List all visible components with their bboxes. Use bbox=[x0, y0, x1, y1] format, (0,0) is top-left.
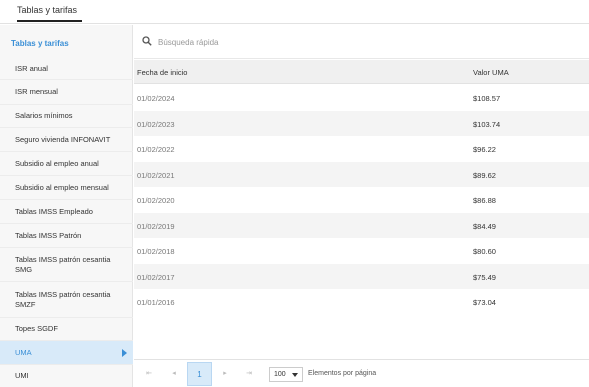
cell-fecha: 01/02/2023 bbox=[137, 119, 175, 129]
tab-tablas-y-tarifas[interactable]: Tablas y tarifas bbox=[17, 5, 77, 20]
cell-fecha: 01/02/2019 bbox=[137, 221, 175, 231]
sidebar-item-label: Tablas IMSS patrón cesantia SMG bbox=[15, 254, 111, 274]
main-content: Fecha de inicio Valor UMA 01/02/2024 $10… bbox=[134, 25, 589, 387]
sidebar: Tablas y tarifas ISR anual ISR mensual S… bbox=[0, 25, 133, 387]
sidebar-item-label: Tablas IMSS patrón cesantia SMZF bbox=[15, 289, 111, 309]
search-icon bbox=[142, 36, 152, 46]
sidebar-item-imss-cesantia-smzf[interactable]: Tablas IMSS patrón cesantia SMZF bbox=[0, 282, 133, 318]
cell-valor: $108.57 bbox=[473, 94, 501, 103]
caret-down-icon bbox=[292, 373, 298, 377]
sidebar-item-isr-mensual[interactable]: ISR mensual bbox=[0, 80, 133, 105]
sidebar-item-label: ISR anual bbox=[15, 63, 48, 73]
page-size-label: Elementos por página bbox=[308, 370, 377, 377]
last-page-button[interactable]: ⇥ bbox=[244, 369, 254, 377]
sidebar-item-topes-sgdf[interactable]: Topes SGDF bbox=[0, 318, 133, 341]
cell-valor: $103.74 bbox=[473, 119, 501, 129]
cell-valor: $89.62 bbox=[473, 170, 496, 180]
sidebar-item-imss-patron[interactable]: Tablas IMSS Patrón bbox=[0, 224, 133, 248]
sidebar-item-label: Salarios mínimos bbox=[15, 111, 73, 120]
table-row[interactable]: 01/02/2022 $96.22 bbox=[134, 136, 589, 162]
cell-fecha: 01/01/2016 bbox=[137, 298, 175, 307]
top-tab-bar: Tablas y tarifas bbox=[0, 0, 589, 24]
cell-valor: $84.49 bbox=[473, 221, 496, 231]
sidebar-item-imss-cesantia-smg[interactable]: Tablas IMSS patrón cesantia SMG bbox=[0, 248, 133, 282]
caret-right-icon bbox=[122, 348, 127, 357]
column-header-valor-uma[interactable]: Valor UMA bbox=[473, 68, 509, 77]
sidebar-item-label: Subsidio al empleo mensual bbox=[15, 182, 109, 192]
sidebar-item-label: Seguro vivienda INFONAVIT bbox=[15, 134, 111, 144]
sidebar-item-label: Tablas IMSS Patrón bbox=[15, 230, 82, 240]
table-row[interactable]: 01/02/2023 $103.74 bbox=[134, 110, 589, 136]
cell-valor: $80.60 bbox=[473, 247, 496, 256]
page-size-value: 100 bbox=[274, 371, 286, 378]
page-size-select[interactable]: 100 bbox=[269, 367, 303, 382]
cell-fecha: 01/02/2018 bbox=[137, 247, 175, 256]
sidebar-item-umi[interactable]: UMI bbox=[0, 365, 133, 387]
sidebar-item-uma[interactable]: UMA bbox=[0, 341, 133, 365]
sidebar-item-label: Topes SGDF bbox=[15, 324, 58, 333]
first-page-button[interactable]: ⇤ bbox=[144, 369, 154, 377]
sidebar-item-salarios-minimos[interactable]: Salarios mínimos bbox=[0, 105, 133, 128]
cell-valor: $75.49 bbox=[473, 272, 496, 282]
search-input[interactable] bbox=[158, 34, 458, 50]
next-page-button[interactable]: ▸ bbox=[220, 369, 230, 377]
sidebar-item-label: ISR mensual bbox=[15, 87, 58, 96]
sidebar-item-label: Tablas IMSS Empleado bbox=[15, 206, 93, 216]
sidebar-item-imss-empleado[interactable]: Tablas IMSS Empleado bbox=[0, 200, 133, 224]
cell-valor: $73.04 bbox=[473, 298, 496, 307]
table-row[interactable]: 01/02/2018 $80.60 bbox=[134, 238, 589, 264]
table-row[interactable]: 01/02/2017 $75.49 bbox=[134, 263, 589, 289]
cell-fecha: 01/02/2024 bbox=[137, 94, 175, 103]
table-row[interactable]: 01/02/2021 $89.62 bbox=[134, 161, 589, 187]
cell-fecha: 01/02/2022 bbox=[137, 145, 175, 154]
sidebar-item-isr-anual[interactable]: ISR anual bbox=[0, 58, 133, 80]
cell-valor: $86.88 bbox=[473, 196, 496, 205]
sidebar-item-label: UMA bbox=[15, 347, 32, 357]
cell-valor: $96.22 bbox=[473, 145, 496, 154]
sidebar-title: Tablas y tarifas bbox=[11, 39, 69, 48]
current-page-button[interactable]: 1 bbox=[187, 362, 212, 386]
cell-fecha: 01/02/2021 bbox=[137, 170, 175, 180]
sidebar-item-subsidio-mensual[interactable]: Subsidio al empleo mensual bbox=[0, 176, 133, 200]
cell-fecha: 01/02/2020 bbox=[137, 196, 175, 205]
quick-search-bar bbox=[134, 25, 589, 59]
table-row[interactable]: 01/01/2016 $73.04 bbox=[134, 289, 589, 315]
pagination-bar: ⇤ ◂ 1 ▸ ⇥ 100 Elementos por página bbox=[134, 359, 589, 387]
active-tab-indicator bbox=[17, 20, 82, 22]
table-row[interactable]: 01/02/2019 $84.49 bbox=[134, 212, 589, 238]
column-header-fecha[interactable]: Fecha de inicio bbox=[137, 68, 187, 77]
prev-page-button[interactable]: ◂ bbox=[169, 369, 179, 377]
cell-fecha: 01/02/2017 bbox=[137, 272, 175, 282]
table-row[interactable]: 01/02/2020 $86.88 bbox=[134, 187, 589, 213]
table-row[interactable]: 01/02/2024 $108.57 bbox=[134, 85, 589, 111]
table-header: Fecha de inicio Valor UMA bbox=[134, 60, 589, 84]
sidebar-item-seguro-vivienda[interactable]: Seguro vivienda INFONAVIT bbox=[0, 128, 133, 152]
sidebar-item-label: Subsidio al empleo anual bbox=[15, 158, 99, 168]
sidebar-item-subsidio-anual[interactable]: Subsidio al empleo anual bbox=[0, 152, 133, 176]
sidebar-item-label: UMI bbox=[15, 371, 29, 380]
